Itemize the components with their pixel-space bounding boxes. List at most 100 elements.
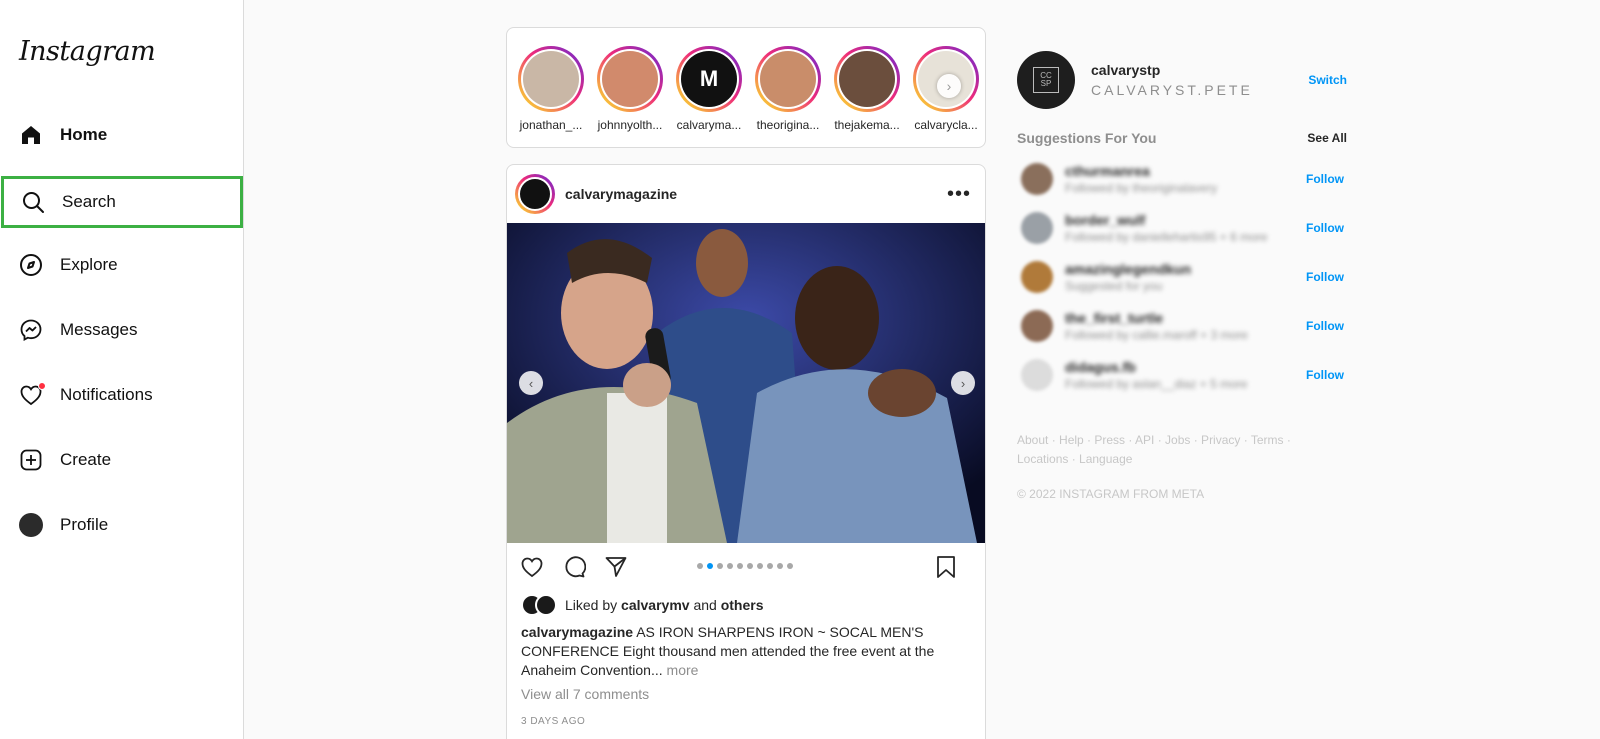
follow-button[interactable]: Follow: [1306, 368, 1344, 382]
story-item[interactable]: thejakema...: [831, 46, 903, 132]
footer-links[interactable]: About · Help · Press · API · Jobs · Priv…: [1017, 431, 1317, 469]
current-account: CC SP calvarystp CALVARYST.PETE Switch: [1017, 50, 1347, 110]
story-username: theorigina...: [756, 118, 820, 132]
suggestion-item: amazinglegendkun Suggested for you Follo…: [1017, 252, 1347, 301]
caption-username[interactable]: calvarymagazine: [521, 624, 633, 640]
see-all-link[interactable]: See All: [1307, 131, 1347, 145]
suggestion-item: cthurmanrea Followed by theoriginalavery…: [1017, 154, 1347, 203]
instagram-logo[interactable]: Instagram: [19, 36, 156, 67]
story-item[interactable]: johnnyolth...: [594, 46, 666, 132]
suggestion-item: the_first_turtle Followed by callie.maro…: [1017, 301, 1347, 350]
post-image[interactable]: ‹ ›: [507, 223, 985, 543]
comment-icon[interactable]: [561, 554, 587, 580]
plus-square-icon: [18, 447, 44, 473]
story-username: calvaryma...: [676, 118, 742, 132]
share-paper-plane-icon[interactable]: [603, 554, 629, 580]
sidebar-item-create[interactable]: Create: [0, 434, 244, 486]
follow-button[interactable]: Follow: [1306, 221, 1344, 235]
liked-by-user-link[interactable]: calvarymv: [621, 597, 690, 613]
sidebar: Instagram Home Search Explore Messages N…: [0, 0, 244, 739]
story-item[interactable]: M calvaryma...: [673, 46, 745, 132]
liked-by-row: Liked by calvarymv and others: [507, 591, 985, 619]
sidebar-item-label: Profile: [60, 515, 109, 534]
story-username: johnnyolth...: [597, 118, 663, 132]
notification-badge: [38, 382, 46, 390]
suggestion-avatar[interactable]: [1021, 309, 1053, 342]
suggestion-reason: Followed by daniellehartis95 + 6 more: [1065, 229, 1268, 244]
sidebar-item-label: Notifications: [60, 385, 153, 404]
messenger-icon: [18, 317, 44, 343]
profile-avatar-icon: [18, 512, 44, 538]
story-username: thejakema...: [834, 118, 900, 132]
home-icon: [18, 122, 44, 148]
story-item[interactable]: jonathan_...: [515, 46, 587, 132]
post-caption: calvarymagazine AS IRON SHARPENS IRON ~ …: [507, 619, 985, 680]
carousel-indicator: [697, 563, 793, 569]
story-avatar: [523, 51, 579, 107]
sidebar-item-label: Create: [60, 450, 112, 469]
sidebar-item-messages[interactable]: Messages: [0, 304, 244, 356]
sidebar-item-search[interactable]: Search: [1, 176, 243, 228]
suggestion-username[interactable]: border_wulf: [1065, 212, 1306, 228]
ccsp-logo-icon: CC SP: [1033, 67, 1059, 93]
suggestion-username[interactable]: cthurmanrea: [1065, 163, 1306, 179]
suggestions-header: Suggestions For You See All: [1017, 128, 1347, 148]
suggestion-username[interactable]: didagus.fb: [1065, 359, 1306, 375]
liked-by-and: and: [693, 597, 717, 613]
story-item[interactable]: theorigina...: [752, 46, 824, 132]
bookmark-icon[interactable]: [933, 554, 959, 580]
post-author-username[interactable]: calvarymagazine: [565, 186, 947, 202]
suggestion-item: didagus.fb Followed by aslan__diaz + 5 m…: [1017, 350, 1347, 399]
stories-tray: jonathan_... johnnyolth... M calvaryma..…: [506, 27, 986, 148]
post-author-avatar[interactable]: [515, 174, 555, 214]
suggestion-reason: Followed by theoriginalavery: [1065, 180, 1218, 195]
sidebar-item-label: Messages: [60, 320, 138, 339]
sidebar-item-notifications[interactable]: Notifications: [0, 369, 244, 421]
story-username: jonathan_...: [519, 118, 583, 132]
sidebar-item-label: Search: [62, 192, 116, 211]
compass-icon: [18, 252, 44, 278]
follow-button[interactable]: Follow: [1306, 270, 1344, 284]
sidebar-item-home[interactable]: Home: [0, 109, 244, 161]
story-avatar: [760, 51, 816, 107]
story-avatar: M: [681, 51, 737, 107]
suggestion-username[interactable]: amazinglegendkun: [1065, 261, 1306, 277]
follow-button[interactable]: Follow: [1306, 319, 1344, 333]
sidebar-item-label: Home: [60, 125, 108, 144]
post-photo: [507, 223, 985, 543]
search-icon: [20, 189, 46, 215]
view-comments-link[interactable]: View all 7 comments: [507, 680, 985, 702]
caption-more-link[interactable]: more: [667, 662, 699, 678]
suggestion-avatar[interactable]: [1021, 211, 1053, 244]
sidebar-item-profile[interactable]: Profile: [0, 499, 244, 551]
sidebar-item-explore[interactable]: Explore: [0, 239, 244, 291]
like-heart-icon[interactable]: [519, 554, 545, 580]
suggestion-item: border_wulf Followed by daniellehartis95…: [1017, 203, 1347, 252]
suggestions-title: Suggestions For You: [1017, 130, 1157, 146]
suggestion-avatar[interactable]: [1021, 358, 1053, 391]
follow-button[interactable]: Follow: [1306, 172, 1344, 186]
suggestion-reason: Followed by callie.maroff + 3 more: [1065, 327, 1248, 342]
suggestion-reason: Followed by aslan__diaz + 5 more: [1065, 376, 1248, 391]
right-sidebar: CC SP calvarystp CALVARYST.PETE Switch Su…: [1017, 50, 1347, 501]
current-account-avatar[interactable]: CC SP: [1017, 51, 1075, 109]
suggestion-reason: Suggested for you: [1065, 278, 1163, 293]
liked-by-others-link[interactable]: others: [721, 597, 764, 613]
suggestion-avatar[interactable]: [1021, 260, 1053, 293]
suggestion-username[interactable]: the_first_turtle: [1065, 310, 1306, 326]
story-avatar: [839, 51, 895, 107]
heart-icon: [18, 382, 46, 408]
feed-post: calvarymagazine ••• ‹ › Liked by calvary…: [506, 164, 986, 739]
more-options-icon[interactable]: •••: [947, 184, 971, 204]
suggestion-avatar[interactable]: [1021, 162, 1053, 195]
carousel-next-button[interactable]: ›: [951, 371, 975, 395]
copyright-text: © 2022 INSTAGRAM FROM META: [1017, 487, 1205, 501]
post-timestamp: 3 DAYS AGO: [521, 716, 586, 727]
chevron-right-icon[interactable]: ›: [937, 74, 961, 98]
current-account-username[interactable]: calvarystp: [1091, 62, 1308, 78]
current-account-fullname: CALVARYST.PETE: [1091, 82, 1253, 98]
carousel-prev-button[interactable]: ‹: [519, 371, 543, 395]
liked-by-avatars[interactable]: [521, 594, 561, 616]
switch-account-button[interactable]: Switch: [1308, 73, 1347, 87]
liked-by-prefix: Liked by: [565, 597, 618, 613]
